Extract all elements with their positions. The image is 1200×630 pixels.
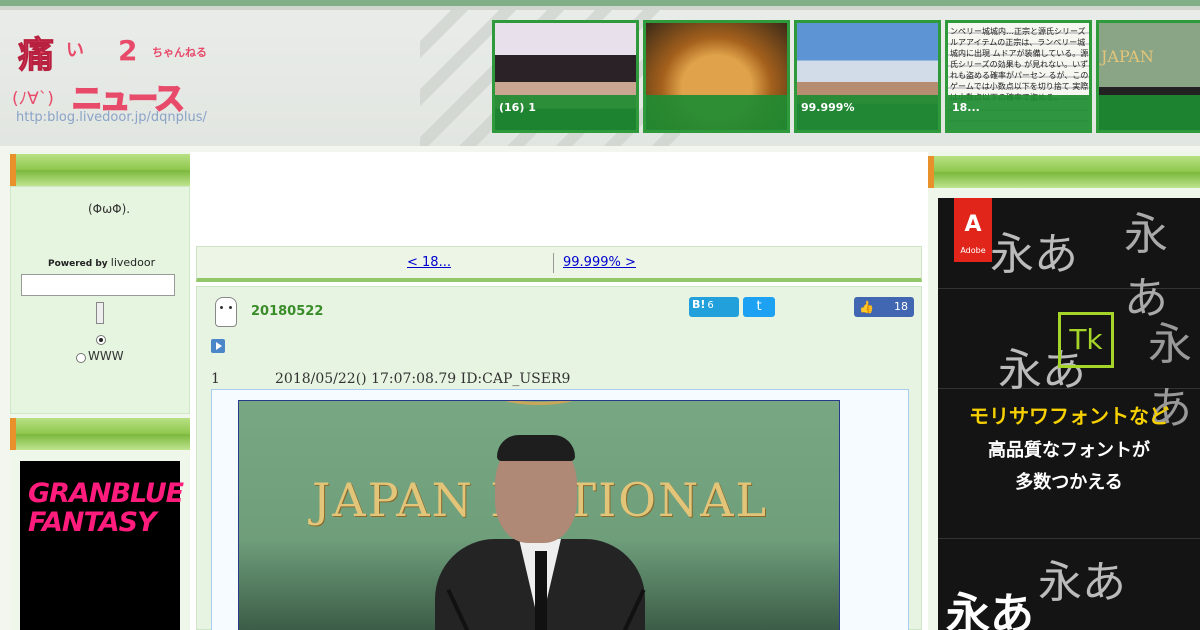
ad-divider bbox=[938, 538, 1200, 539]
logo-chan: ちゃんねる bbox=[152, 46, 207, 59]
facebook-like-button[interactable]: 👍 18 bbox=[854, 297, 914, 317]
thumbs-up-icon: 👍 bbox=[859, 300, 874, 314]
adobe-a-icon: A bbox=[964, 212, 982, 237]
thumbnail-text: JAPAN bbox=[1101, 47, 1154, 66]
post-date: 20180522 bbox=[251, 304, 324, 319]
adobe-brand-text: Adobe bbox=[960, 246, 986, 255]
site-logo[interactable]: 痛 い 2 ちゃんねる (ﾉ∀`) ニュース http:blog.livedoo… bbox=[12, 24, 232, 132]
thumbnail-caption-bar bbox=[1099, 95, 1200, 130]
thumbnail-caption: (16) 1 bbox=[499, 101, 536, 114]
sidebar-heading bbox=[10, 418, 190, 450]
site-header: 痛 い 2 ちゃんねる (ﾉ∀`) ニュース http:blog.livedoo… bbox=[0, 0, 1200, 146]
search-input[interactable] bbox=[21, 274, 175, 296]
ad-glyph: 永あ bbox=[990, 229, 1078, 280]
livedoor-logo: livedoor bbox=[110, 256, 156, 269]
tweet-button[interactable]: t bbox=[743, 297, 775, 317]
ad-subline: 多数つかえる bbox=[1015, 472, 1123, 493]
thumbnail-caption: 99.999% bbox=[801, 101, 855, 114]
hatena-bookmark-button[interactable]: B! 6 bbox=[689, 297, 739, 317]
powered-by-label: Powered by livedoor bbox=[48, 256, 155, 269]
thumbnail-card[interactable]: 99.999% bbox=[794, 20, 941, 133]
thumbnail-text: ンペリー城城内…正宗と源氏シリーズ ルアアイテムの正宗は、ランペリー城城内に出現… bbox=[950, 27, 1089, 102]
thumbnail-card[interactable]: (16) 1 bbox=[492, 20, 639, 133]
ad-glyph: 永あ bbox=[1124, 209, 1168, 324]
thumbnail-card[interactable]: ンペリー城城内…正宗と源氏シリーズ ルアアイテムの正宗は、ランペリー城城内に出現… bbox=[945, 20, 1092, 133]
radio-www-label: WWW bbox=[88, 349, 124, 363]
granblue-ad[interactable]: GRANBLUE FANTASY bbox=[20, 461, 184, 630]
nav-divider bbox=[553, 253, 554, 273]
thumbnail-card[interactable]: JAPAN bbox=[1096, 20, 1200, 133]
powered-by-text: Powered by bbox=[48, 259, 108, 269]
granblue-ad-text: GRANBLUE FANTASY bbox=[28, 478, 184, 538]
next-article-link[interactable]: 99.999% > bbox=[563, 255, 713, 270]
logo-hiragana: い bbox=[66, 40, 84, 61]
ad-headline: モリサワフォントなど bbox=[969, 404, 1169, 428]
sidebar-heading bbox=[928, 156, 1200, 188]
article-nav: < 18... 99.999% > bbox=[196, 246, 922, 282]
quoted-post: JAPAN NATIONAL bbox=[211, 389, 909, 630]
related-thumbnails: (16) 1 99.999% ンペリー城城内…正宗と源氏シリーズ ルアアイテムの… bbox=[492, 20, 1200, 134]
like-count: 18 bbox=[894, 300, 908, 313]
adobe-fonts-ad[interactable]: 永あ 永あ 永あ 永あ 永あ 永あ A Adobe Tk モリサワフォントなど … bbox=[938, 198, 1200, 630]
logo-kanji: 痛 bbox=[17, 34, 55, 77]
person-tie bbox=[535, 551, 547, 630]
typekit-icon: Tk bbox=[1058, 312, 1114, 368]
logo-face: (ﾉ∀`) bbox=[12, 89, 54, 109]
thumbnail-card[interactable] bbox=[643, 20, 790, 133]
person-hair bbox=[497, 435, 575, 461]
left-sidebar: (ΦωΦ). Powered by livedoor WWW GRANBLUE … bbox=[10, 152, 190, 630]
response-meta: 2018/05/22() 17:07:08.79 ID:CAP_USER9 bbox=[275, 371, 571, 387]
logo-two: 2 bbox=[118, 34, 138, 67]
sidebar-heading bbox=[10, 154, 190, 186]
hatena-label: B! bbox=[692, 298, 706, 311]
logo-url: http:blog.livedoor.jp/dqnplus/ bbox=[16, 110, 207, 125]
ad-subline: 高品質なフォントが bbox=[988, 440, 1150, 461]
main-content: < 18... 99.999% > 20180522 B! 6 t 👍 18 1 … bbox=[190, 152, 928, 630]
prev-article-link[interactable]: < 18... bbox=[407, 255, 541, 270]
ad-glyph: 永あ bbox=[1038, 557, 1126, 608]
thumbnail-caption: 18... bbox=[952, 101, 980, 114]
sidebar-search-box bbox=[10, 186, 190, 414]
search-button[interactable] bbox=[96, 302, 104, 324]
search-scope-radio-www[interactable] bbox=[76, 353, 86, 363]
hatena-count: 6 bbox=[707, 300, 714, 311]
ad-glyph: 永あ bbox=[946, 589, 1034, 630]
adobe-logo: A Adobe bbox=[954, 198, 992, 262]
emblem-arc bbox=[489, 401, 589, 405]
search-scope-radio-blog[interactable] bbox=[96, 335, 106, 345]
thumbnail-caption-bar bbox=[646, 95, 787, 130]
article-photo[interactable]: JAPAN NATIONAL bbox=[238, 400, 840, 630]
play-icon[interactable] bbox=[211, 339, 225, 353]
response-number: 1 bbox=[211, 371, 220, 387]
article: 20180522 B! 6 t 👍 18 1 2018/05/22() 17:07… bbox=[196, 286, 922, 630]
right-sidebar: 永あ 永あ 永あ 永あ 永あ 永あ A Adobe Tk モリサワフォントなど … bbox=[928, 152, 1200, 630]
twitter-bird-icon: t bbox=[756, 299, 762, 314]
face-emoticon: (ΦωΦ). bbox=[88, 202, 131, 216]
cat-icon bbox=[215, 297, 237, 327]
